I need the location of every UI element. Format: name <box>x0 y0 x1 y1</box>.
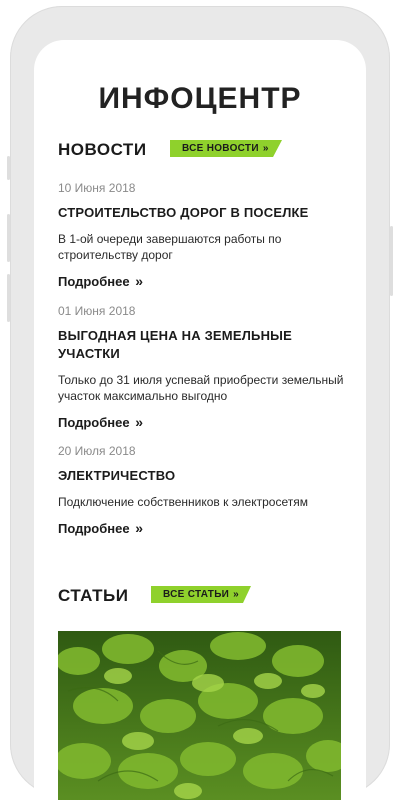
read-more-label: Подробнее <box>58 274 130 289</box>
chevron-right-double-icon: » <box>135 414 144 430</box>
read-more-link[interactable]: Подробнее » <box>58 414 348 430</box>
articles-section-title: СТАТЬИ <box>58 586 129 605</box>
news-date: 01 Июня 2018 <box>58 304 136 318</box>
chevron-right-double-icon: » <box>262 143 269 154</box>
read-more-label: Подробнее <box>58 521 130 536</box>
all-articles-label: ВСЕ СТАТЬИ <box>163 589 230 600</box>
all-news-link[interactable]: ВСЕ НОВОСТИ» <box>170 140 282 157</box>
chevron-right-double-icon: » <box>135 273 144 289</box>
news-date: 10 Июня 2018 <box>58 181 136 195</box>
news-date: 20 Июля 2018 <box>58 444 136 458</box>
news-item: 01 Июня 2018 ВЫГОДНАЯ ЦЕНА НА ЗЕМЕЛЬНЫЕ … <box>58 304 348 430</box>
side-button <box>390 226 393 296</box>
all-news-label: ВСЕ НОВОСТИ <box>182 143 259 154</box>
news-text: В 1-ой очереди завершаются работы по стр… <box>58 232 282 262</box>
article-image[interactable] <box>58 631 341 800</box>
news-section-title: НОВОСТИ <box>58 140 147 159</box>
side-button <box>7 214 10 262</box>
screen: ИНФОЦЕНТР НОВОСТИ ВСЕ НОВОСТИ» 10 Июня 2… <box>34 40 366 800</box>
news-item: 10 Июня 2018 СТРОИТЕЛЬСТВО ДОРОГ В ПОСЕЛ… <box>58 181 348 289</box>
news-title[interactable]: ЭЛЕКТРИЧЕСТВО <box>58 467 348 485</box>
news-title[interactable]: ВЫГОДНАЯ ЦЕНА НА ЗЕМЕЛЬНЫЕ УЧАСТКИ <box>58 327 348 363</box>
read-more-link[interactable]: Подробнее » <box>58 273 348 289</box>
news-item: 20 Июля 2018 ЭЛЕКТРИЧЕСТВО Подключение с… <box>58 444 348 536</box>
page-title: ИНФОЦЕНТР <box>98 82 302 115</box>
news-text: Только до 31 июля успевай приобрести зем… <box>58 373 344 403</box>
news-text: Подключение собственников к электросетям <box>58 495 308 509</box>
chevron-right-double-icon: » <box>233 589 240 600</box>
chevron-right-double-icon: » <box>135 520 144 536</box>
side-button <box>7 156 10 180</box>
parsley-leaves-image <box>58 631 341 800</box>
news-title[interactable]: СТРОИТЕЛЬСТВО ДОРОГ В ПОСЕЛКЕ <box>58 204 348 222</box>
read-more-label: Подробнее <box>58 415 130 430</box>
side-button <box>7 274 10 322</box>
all-articles-link[interactable]: ВСЕ СТАТЬИ» <box>151 586 251 603</box>
read-more-link[interactable]: Подробнее » <box>58 520 348 536</box>
